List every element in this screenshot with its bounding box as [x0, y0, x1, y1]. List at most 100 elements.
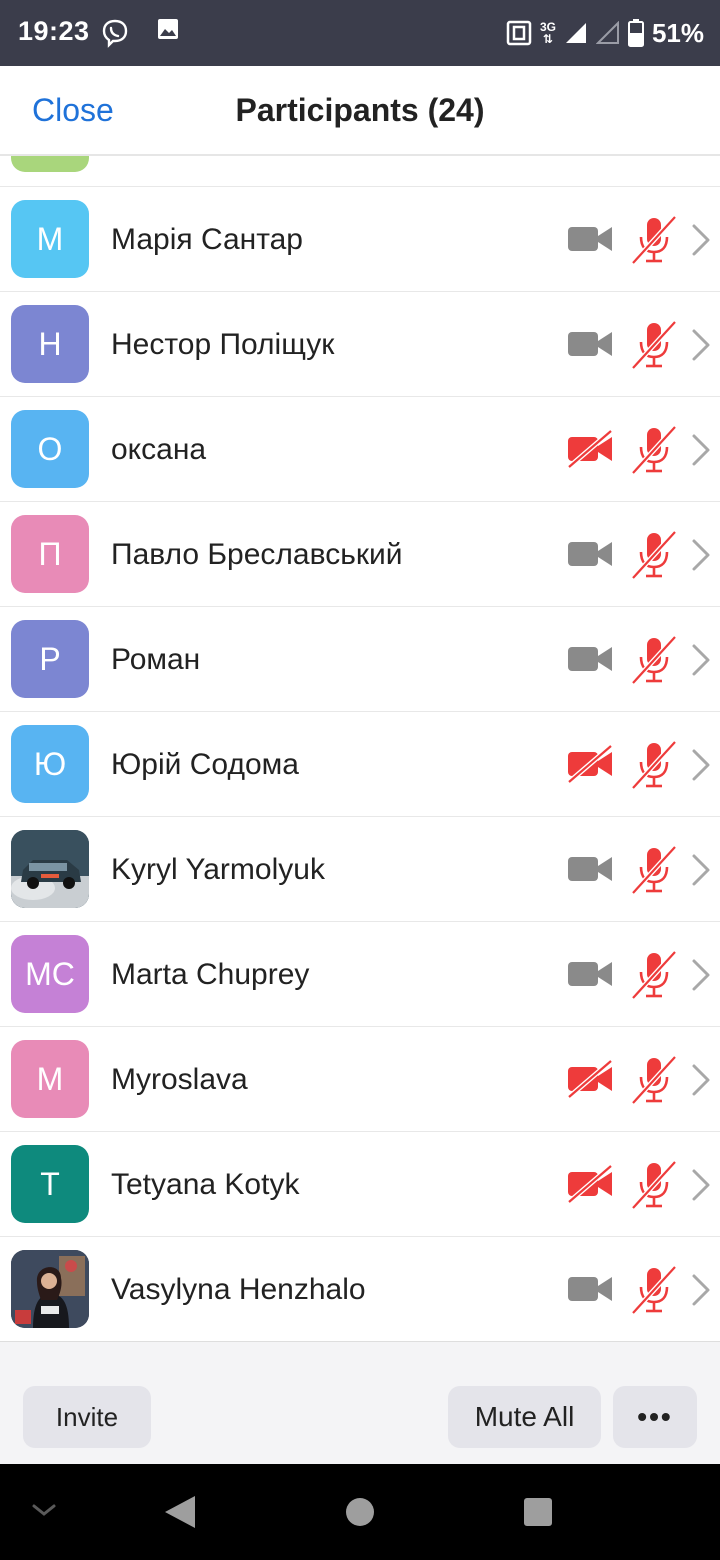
image-icon — [158, 19, 178, 39]
mic-muted-icon — [630, 1160, 678, 1210]
avatar: T — [11, 1145, 89, 1223]
back-icon[interactable] — [163, 1494, 197, 1530]
participant-name: Myroslava — [111, 1063, 248, 1096]
page-title: Participants (24) — [235, 92, 485, 128]
status-time: 19:23 — [18, 16, 90, 46]
chevron-right-icon — [690, 328, 712, 362]
mic-muted-icon — [630, 320, 678, 370]
participant-name: Marta Chuprey — [111, 958, 310, 991]
mic-muted-icon — [630, 1055, 678, 1105]
list-item-partial[interactable] — [0, 156, 720, 187]
mic-muted-icon — [630, 425, 678, 475]
chevron-right-icon — [690, 643, 712, 677]
avatar-photo — [11, 830, 89, 908]
video-off-icon — [566, 429, 614, 469]
signal-icon — [565, 23, 586, 43]
avatar: MC — [11, 935, 89, 1013]
participant-row[interactable]: Kyryl Yarmolyuk — [0, 817, 720, 922]
participant-row[interactable]: MC Marta Chuprey — [0, 922, 720, 1027]
avatar: П — [11, 515, 89, 593]
avatar-initials: П — [38, 535, 62, 572]
video-off-icon — [566, 744, 614, 784]
chevron-right-icon — [690, 1063, 712, 1097]
data-arrows-icon: ⇅ — [542, 32, 553, 46]
video-camera-icon — [566, 1269, 614, 1309]
participant-name: Павло Бреславський — [111, 538, 403, 571]
avatar-initials: О — [37, 430, 63, 467]
avatar-initials: M — [36, 1060, 64, 1097]
status-bar: 19:23 3G ⇅ 51% — [0, 0, 720, 66]
chevron-right-icon — [690, 1168, 712, 1202]
participant-name: Юрій Содома — [111, 748, 299, 781]
participant-name: оксана — [111, 433, 207, 466]
recents-icon[interactable] — [522, 1496, 554, 1528]
video-camera-icon — [566, 954, 614, 994]
participant-name: Роман — [111, 643, 201, 676]
header: Close Participants (24) — [0, 66, 720, 156]
avatar-initials: MC — [25, 955, 75, 992]
chevron-right-icon — [690, 1273, 712, 1307]
video-camera-icon — [566, 324, 614, 364]
participant-list[interactable]: M Марія Сантар Н Нестор Поліщук Ооксана П Павл… — [0, 156, 720, 1341]
avatar: Р — [11, 620, 89, 698]
signal-empty-icon — [595, 21, 619, 44]
video-camera-icon — [566, 534, 614, 574]
participant-row[interactable]: M Марія Сантар — [0, 187, 720, 292]
avatar: M — [11, 200, 89, 278]
participant-row[interactable]: П Павло Бреславський — [0, 502, 720, 607]
video-camera-icon — [566, 639, 614, 679]
avatar-initials: M — [36, 220, 64, 257]
avatar-initials: Н — [38, 325, 62, 362]
participant-rows: M Марія Сантар Н Нестор Поліщук Ооксана П Павл… — [0, 187, 720, 1341]
more-options-button[interactable]: ••• — [613, 1386, 697, 1448]
mic-muted-icon — [630, 1265, 678, 1315]
participant-row[interactable]: T Tetyana Kotyk — [0, 1132, 720, 1237]
avatar — [11, 156, 89, 172]
avatar: О — [11, 410, 89, 488]
battery-icon — [627, 19, 644, 47]
participant-row[interactable]: Ооксана — [0, 397, 720, 502]
video-off-icon — [566, 1164, 614, 1204]
chevron-right-icon — [690, 538, 712, 572]
avatar-photo — [11, 1250, 89, 1328]
avatar-initials: T — [40, 1165, 60, 1202]
footer-toolbar: Invite Mute All ••• — [0, 1341, 720, 1464]
participant-name: Tetyana Kotyk — [111, 1168, 300, 1201]
home-icon[interactable] — [344, 1496, 376, 1528]
collapse-chevron-icon[interactable] — [30, 1500, 58, 1520]
video-off-icon — [566, 1059, 614, 1099]
avatar-initials: Ю — [33, 745, 67, 782]
participant-name: Kyryl Yarmolyuk — [111, 853, 325, 886]
avatar: Н — [11, 305, 89, 383]
chevron-right-icon — [690, 748, 712, 782]
video-camera-icon — [566, 219, 614, 259]
chevron-right-icon — [690, 853, 712, 887]
video-camera-icon — [566, 849, 614, 889]
mic-muted-icon — [630, 635, 678, 685]
mic-muted-icon — [630, 530, 678, 580]
participant-row[interactable]: Н Нестор Поліщук — [0, 292, 720, 397]
mic-muted-icon — [630, 740, 678, 790]
participant-row[interactable]: Р Роман — [0, 607, 720, 712]
invite-button[interactable]: Invite — [23, 1386, 151, 1448]
avatar: Ю — [11, 725, 89, 803]
avatar: M — [11, 1040, 89, 1118]
participant-row[interactable]: Ю Юрій Содома — [0, 712, 720, 817]
chevron-right-icon — [690, 433, 712, 467]
viber-icon — [102, 19, 128, 48]
network-indicator: 3G ⇅ — [540, 21, 556, 45]
participant-row[interactable]: Vasylyna Henzhalo — [0, 1237, 720, 1341]
participant-name: Нестор Поліщук — [111, 328, 335, 361]
nfc-icon — [506, 20, 532, 46]
participant-name: Vasylyna Henzhalo — [111, 1273, 366, 1306]
participant-name: Марія Сантар — [111, 223, 303, 256]
mute-all-button[interactable]: Mute All — [448, 1386, 601, 1448]
navigation-bar — [0, 1464, 720, 1560]
chevron-right-icon — [690, 958, 712, 992]
battery-percent: 51% — [651, 17, 704, 48]
mic-muted-icon — [630, 845, 678, 895]
mic-muted-icon — [630, 215, 678, 265]
avatar-initials: Р — [39, 640, 61, 677]
mic-muted-icon — [630, 950, 678, 1000]
participant-row[interactable]: M Myroslava — [0, 1027, 720, 1132]
